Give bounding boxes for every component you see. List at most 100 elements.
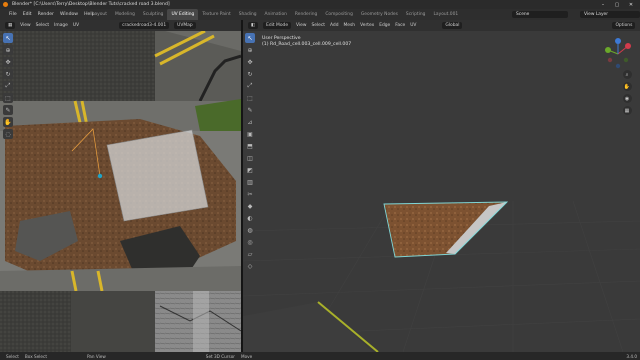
menu-window[interactable]: Window — [60, 12, 78, 17]
minimize-icon[interactable]: – — [596, 0, 610, 9]
3d-viewport[interactable] — [243, 31, 640, 352]
vp-menu-vertex[interactable]: Vertex — [360, 23, 374, 28]
uv-face — [106, 129, 209, 222]
workspace-tab-texture-paint[interactable]: Texture Paint — [198, 9, 234, 20]
vp-shrink-tool-icon[interactable]: ◎ — [245, 237, 255, 247]
menu-render[interactable]: Render — [38, 12, 54, 17]
mode-selector[interactable]: Edit Mode — [263, 22, 292, 29]
workspace-tab-uv-editing[interactable]: UV Editing — [167, 9, 199, 20]
vp-extrude-tool-icon[interactable]: ⬒ — [245, 141, 255, 151]
y-axis-icon — [605, 47, 611, 53]
uv-menu-image[interactable]: Image — [54, 23, 68, 28]
transform-tool-icon[interactable]: ⬚ — [3, 93, 13, 103]
workspace-tab-shading[interactable]: Shading — [235, 9, 261, 20]
vp-menu-view[interactable]: View — [296, 23, 306, 28]
vp-smooth-tool-icon[interactable]: ◍ — [245, 225, 255, 235]
options-dropdown[interactable]: Options — [612, 22, 636, 29]
vp-rotate-tool-icon[interactable]: ↻ — [245, 69, 255, 79]
viewport-nav-buttons: ⌕ ✋ ◉ ▦ — [621, 70, 633, 118]
zoom-icon[interactable]: ⌕ — [622, 70, 632, 79]
status-bar: Select Box Select Pan View Set 3D Cursor… — [0, 352, 640, 360]
uv-image-canvas[interactable] — [0, 31, 241, 352]
image-selector[interactable]: crackedroad3-4.001 — [119, 22, 170, 29]
menu-file[interactable]: File — [9, 12, 17, 17]
grid-icon[interactable]: ▦ — [622, 106, 632, 115]
transform-orientation-selector[interactable]: Global — [442, 22, 463, 29]
workspace-tab-rendering[interactable]: Rendering — [291, 9, 321, 20]
vp-cursor-tool-icon[interactable]: ⊕ — [245, 45, 255, 55]
pan-hand-icon[interactable]: ✋ — [622, 82, 632, 91]
vp-menu-face[interactable]: Face — [395, 23, 405, 28]
workspace-tab-compositing[interactable]: Compositing — [321, 9, 357, 20]
maximize-icon[interactable]: ▢ — [610, 0, 624, 9]
status-move: Move — [241, 353, 253, 359]
top-bar: File Edit Render Window Help Layout Model… — [0, 9, 640, 20]
camera-icon[interactable]: ◉ — [622, 94, 632, 103]
vp-move-tool-icon[interactable]: ✥ — [245, 57, 255, 67]
editor-type-button[interactable]: ▦ — [5, 22, 16, 29]
vp-poly-build-tool-icon[interactable]: ◆ — [245, 201, 255, 211]
vp-inset-tool-icon[interactable]: ◫ — [245, 153, 255, 163]
viewport-editor-type-button[interactable]: ◧ — [248, 22, 259, 29]
object-info-label: (1) Rd_Road_cell.003_cell.009_cell.007 — [262, 42, 352, 47]
version-label: 3.4.0 — [626, 353, 637, 359]
view-layer-selector[interactable]: View Layer — [580, 11, 640, 18]
close-icon[interactable]: ✕ — [624, 0, 638, 9]
workspace-tab-geometry-nodes[interactable]: Geometry Nodes — [357, 9, 402, 20]
scene-selector[interactable]: Scene — [512, 11, 568, 18]
blender-logo-icon — [3, 2, 8, 7]
workspace-tab-scripting[interactable]: Scripting — [402, 9, 430, 20]
move-tool-icon[interactable]: ✥ — [3, 57, 13, 67]
vp-menu-edge[interactable]: Edge — [379, 23, 390, 28]
viewport-info: User Perspective (1) Rd_Road_cell.003_ce… — [262, 36, 351, 48]
vp-add-cube-tool-icon[interactable]: ▣ — [245, 129, 255, 139]
vp-scale-tool-icon[interactable]: ⤢ — [245, 81, 255, 91]
vp-knife-tool-icon[interactable]: ✂ — [245, 189, 255, 199]
workspace-tab-layout-001[interactable]: Layout.001 — [429, 9, 462, 20]
vp-loop-cut-tool-icon[interactable]: ▥ — [245, 177, 255, 187]
workspace-tab-animation[interactable]: Animation — [261, 9, 291, 20]
grab-tool-icon[interactable]: ✋ — [3, 117, 13, 127]
vp-select-tool-icon[interactable]: ↖ — [245, 33, 255, 43]
relax-tool-icon[interactable]: ◌ — [3, 129, 13, 139]
vp-bevel-tool-icon[interactable]: ◩ — [245, 165, 255, 175]
status-select: Select — [6, 353, 19, 359]
vp-menu-uv[interactable]: UV — [410, 23, 416, 28]
view-layer-label: View Layer — [584, 12, 609, 17]
uv-editor-header: ▦ View Select Image UV crackedroad3-4.00… — [0, 20, 241, 31]
uv-menu-view[interactable]: View — [20, 23, 30, 28]
vp-annotate-tool-icon[interactable]: ✎ — [245, 105, 255, 115]
vp-menu-select[interactable]: Select — [311, 23, 325, 28]
cursor-tool-icon[interactable]: ⊕ — [3, 45, 13, 55]
scale-tool-icon[interactable]: ⤢ — [3, 81, 13, 91]
z-axis-icon — [615, 38, 621, 44]
annotate-tool-icon[interactable]: ✎ — [3, 105, 13, 115]
rotate-tool-icon[interactable]: ↻ — [3, 69, 13, 79]
window-controls: – ▢ ✕ — [596, 0, 638, 9]
workspace-tab-layout[interactable]: Layout — [88, 9, 111, 20]
status-set-cursor: Set 3D Cursor — [205, 353, 235, 359]
uv-toolbar: ↖ ⊕ ✥ ↻ ⤢ ⬚ ✎ ✋ ◌ — [2, 33, 14, 148]
vp-shear-tool-icon[interactable]: ▱ — [245, 249, 255, 259]
uvmap-selector[interactable]: UVMap — [174, 22, 196, 29]
vp-menu-add[interactable]: Add — [330, 23, 339, 28]
workspace-tab-sculpting[interactable]: Sculpting — [139, 9, 168, 20]
viewport-header: ◧ Edit Mode View Select Add Mesh Vertex … — [243, 20, 640, 31]
vp-spin-tool-icon[interactable]: ◐ — [245, 213, 255, 223]
viewport-scene — [243, 200, 640, 352]
vp-transform-tool-icon[interactable]: ⬚ — [245, 93, 255, 103]
vp-rip-tool-icon[interactable]: ◇ — [245, 261, 255, 271]
uv-menu-uv[interactable]: UV — [73, 23, 79, 28]
vp-menu-mesh[interactable]: Mesh — [344, 23, 356, 28]
navigation-gizmo[interactable] — [600, 36, 636, 72]
uv-menu-select[interactable]: Select — [36, 23, 50, 28]
main-menu: File Edit Render Window Help — [3, 12, 95, 17]
status-pan-view: Pan View — [86, 353, 106, 359]
title-bar: Blender* [C:\Users\Terry\Desktop\Blender… — [0, 0, 640, 9]
workspace-tab-modeling[interactable]: Modeling — [111, 9, 139, 20]
workspace-tabs: Layout Modeling Sculpting UV Editing Texture… — [88, 9, 462, 20]
vp-measure-tool-icon[interactable]: ⊿ — [245, 117, 255, 127]
select-tool-icon[interactable]: ↖ — [3, 33, 13, 43]
menu-edit[interactable]: Edit — [23, 12, 32, 17]
window-title: Blender* [C:\Users\Terry\Desktop\Blender… — [12, 2, 170, 7]
